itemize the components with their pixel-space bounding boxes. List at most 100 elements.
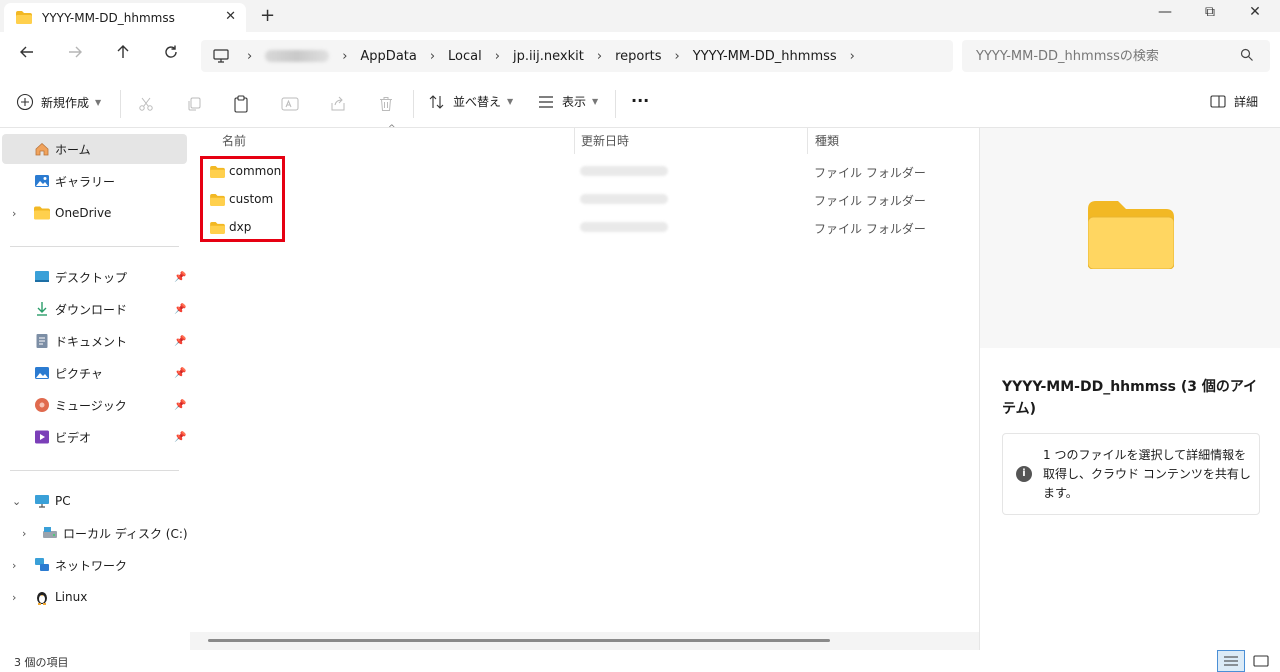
sidebar-item-desktop[interactable]: デスクトップ 📌 bbox=[2, 262, 187, 292]
tiles-view-icon bbox=[1253, 655, 1269, 667]
pin-icon[interactable]: 📌 bbox=[174, 336, 186, 347]
crumb-reports[interactable]: reports bbox=[615, 49, 661, 64]
chevron-right-icon[interactable]: › bbox=[12, 207, 16, 220]
copy-button[interactable] bbox=[184, 94, 204, 114]
sidebar-item-music[interactable]: ミュージック 📌 bbox=[2, 390, 187, 420]
crumb-current-folder[interactable]: YYYY-MM-DD_hhmmss bbox=[693, 49, 837, 64]
chevron-right-icon: › bbox=[342, 48, 348, 64]
search-icon[interactable] bbox=[1240, 48, 1254, 62]
sidebar-item-label: Linux bbox=[55, 590, 88, 604]
pin-icon[interactable]: 📌 bbox=[174, 368, 186, 379]
details-view-button[interactable] bbox=[1217, 650, 1245, 672]
column-header-type[interactable]: 種類 bbox=[815, 132, 839, 149]
pin-icon[interactable]: 📌 bbox=[174, 304, 186, 315]
forward-button[interactable] bbox=[62, 44, 88, 68]
sidebar-item-network[interactable]: › ネットワーク bbox=[2, 550, 187, 580]
sidebar-divider bbox=[10, 470, 179, 471]
folder-icon bbox=[210, 222, 225, 234]
delete-button[interactable] bbox=[376, 94, 396, 114]
redacted-modified-date bbox=[580, 222, 668, 232]
refresh-button[interactable] bbox=[158, 44, 184, 68]
tab-active[interactable]: YYYY-MM-DD_hhmmss ✕ bbox=[4, 3, 246, 32]
sidebar-item-label: ギャラリー bbox=[55, 174, 116, 189]
chevron-down-icon[interactable]: ⌄ bbox=[12, 495, 21, 508]
list-view-icon bbox=[539, 95, 553, 108]
address-bar[interactable]: › › AppData › Local › jp.iij.nexkit › re… bbox=[201, 40, 953, 72]
view-button[interactable]: 表示 ▼ bbox=[538, 93, 598, 110]
details-pane-icon bbox=[1210, 95, 1226, 108]
folder-icon bbox=[16, 11, 32, 24]
sidebar-item-home[interactable]: ホーム bbox=[2, 134, 187, 164]
sort-button[interactable]: 並べ替え ▼ bbox=[429, 93, 513, 110]
sidebar-item-label: ネットワーク bbox=[55, 558, 128, 573]
chevron-right-icon: › bbox=[596, 48, 603, 64]
minimize-button[interactable]: — bbox=[1150, 4, 1180, 26]
sidebar-item-linux[interactable]: › Linux bbox=[2, 582, 187, 612]
sidebar-item-label: ドキュメント bbox=[55, 334, 128, 349]
paste-button[interactable] bbox=[231, 94, 251, 114]
chevron-right-icon[interactable]: › bbox=[12, 591, 16, 604]
sidebar-item-onedrive[interactable]: › OneDrive bbox=[2, 198, 187, 228]
sidebar-item-label: ホーム bbox=[55, 142, 91, 157]
file-row[interactable]: common ファイル フォルダー bbox=[200, 157, 970, 185]
view-button-label: 表示 bbox=[562, 95, 587, 109]
sidebar-item-pc[interactable]: ⌄ PC bbox=[2, 486, 187, 516]
chevron-right-icon: › bbox=[247, 48, 253, 64]
toolbar-divider bbox=[615, 90, 616, 118]
chevron-right-icon: › bbox=[674, 48, 680, 64]
file-row[interactable]: dxp ファイル フォルダー bbox=[200, 213, 970, 241]
details-title: YYYY-MM-DD_hhmmss (3 個のアイテム) bbox=[1002, 379, 1258, 417]
crumb-appdata[interactable]: AppData bbox=[360, 49, 416, 64]
up-button[interactable] bbox=[110, 44, 136, 68]
tiles-view-button[interactable] bbox=[1247, 650, 1275, 672]
share-button[interactable] bbox=[328, 94, 348, 114]
back-button[interactable] bbox=[14, 44, 40, 68]
file-list: ^ 名前 更新日時 種類 common ファイル フォルダー custom ファ… bbox=[190, 124, 979, 650]
plus-circle-icon bbox=[16, 93, 34, 111]
chevron-right-icon[interactable]: › bbox=[12, 559, 16, 572]
search-input[interactable] bbox=[976, 48, 1226, 64]
close-window-button[interactable]: ✕ bbox=[1240, 4, 1270, 26]
scrollbar-thumb[interactable] bbox=[208, 639, 830, 642]
new-button[interactable]: 新規作成 ▼ bbox=[16, 93, 101, 111]
clipboard-icon bbox=[234, 95, 248, 113]
details-pane-label: 詳細 bbox=[1234, 95, 1259, 109]
sidebar-item-local-disk[interactable]: › ローカル ディスク (C:) bbox=[2, 518, 188, 548]
tab-close-icon[interactable]: ✕ bbox=[225, 9, 236, 24]
info-icon: i bbox=[1016, 466, 1032, 482]
column-divider[interactable] bbox=[574, 128, 575, 154]
file-row[interactable]: custom ファイル フォルダー bbox=[200, 185, 970, 213]
more-options-button[interactable]: ··· bbox=[631, 91, 649, 110]
sidebar-item-documents[interactable]: ドキュメント 📌 bbox=[2, 326, 187, 356]
column-header-name[interactable]: 名前 bbox=[222, 132, 246, 149]
redacted-user-crumb[interactable] bbox=[265, 50, 330, 62]
chevron-right-icon[interactable]: › bbox=[850, 49, 855, 64]
pictures-icon bbox=[35, 367, 49, 379]
cut-button[interactable] bbox=[136, 94, 156, 114]
sidebar-item-gallery[interactable]: ギャラリー bbox=[2, 166, 187, 196]
sidebar-item-downloads[interactable]: ダウンロード 📌 bbox=[2, 294, 187, 324]
crumb-local[interactable]: Local bbox=[448, 49, 482, 64]
gallery-icon bbox=[35, 175, 49, 187]
column-divider[interactable] bbox=[807, 128, 808, 154]
chevron-right-icon[interactable]: › bbox=[22, 527, 26, 540]
crumb-nexkit[interactable]: jp.iij.nexkit bbox=[513, 49, 584, 64]
details-pane-button[interactable]: 詳細 bbox=[1210, 93, 1258, 110]
maximize-button[interactable]: ⧉ bbox=[1195, 4, 1225, 26]
details-view-icon bbox=[1224, 656, 1238, 666]
sidebar-item-label: OneDrive bbox=[55, 206, 112, 220]
pin-icon[interactable]: 📌 bbox=[174, 432, 186, 443]
status-bar: 3 個の項目 bbox=[0, 650, 1280, 672]
share-icon bbox=[331, 96, 345, 111]
pin-icon[interactable]: 📌 bbox=[174, 272, 186, 283]
pin-icon[interactable]: 📌 bbox=[174, 400, 186, 411]
column-header-modified[interactable]: 更新日時 bbox=[581, 132, 629, 149]
network-icon bbox=[35, 558, 49, 571]
sidebar-item-pictures[interactable]: ピクチャ 📌 bbox=[2, 358, 187, 388]
file-type: ファイル フォルダー bbox=[814, 166, 926, 180]
sidebar-item-videos[interactable]: ビデオ 📌 bbox=[2, 422, 187, 452]
home-icon bbox=[35, 142, 49, 156]
rename-button[interactable] bbox=[280, 94, 300, 114]
new-tab-button[interactable]: + bbox=[260, 5, 275, 26]
sidebar-item-label: デスクトップ bbox=[55, 270, 128, 285]
